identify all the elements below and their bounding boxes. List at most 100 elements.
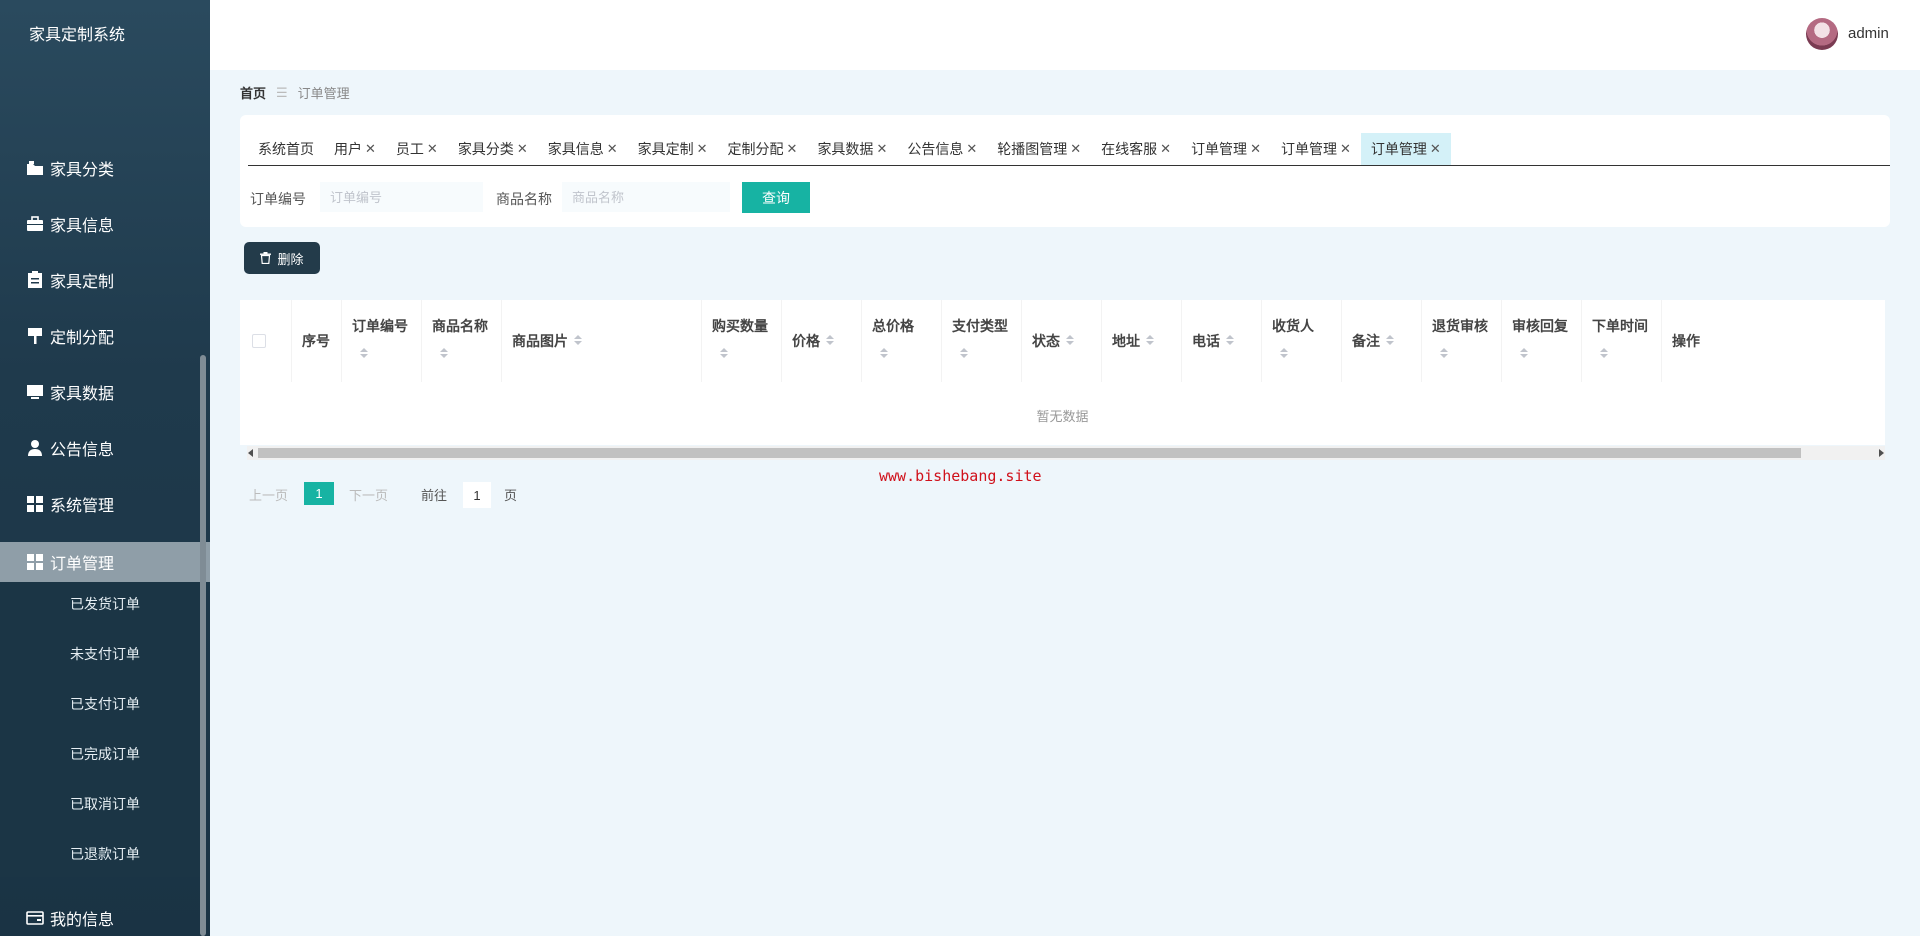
sidebar-item-announcement[interactable]: 公告信息 xyxy=(0,428,210,468)
sort-icon[interactable] xyxy=(880,348,888,360)
tab-label: 定制分配 xyxy=(727,141,784,157)
sort-icon[interactable] xyxy=(360,348,368,360)
table-header-order-no[interactable]: 订单编号 xyxy=(342,300,422,382)
delete-button[interactable]: 删除 xyxy=(244,242,320,274)
sort-icon[interactable] xyxy=(1146,335,1154,347)
sidebar-item-orders[interactable]: 订单管理 xyxy=(0,542,210,582)
close-icon[interactable]: ✕ xyxy=(1250,141,1261,157)
table-header-product-name[interactable]: 商品名称 xyxy=(422,300,502,382)
table-header-product-image[interactable]: 商品图片 xyxy=(502,300,702,382)
tab-online-service[interactable]: 在线客服 ✕ xyxy=(1091,133,1181,165)
table-header-return-review[interactable]: 退货审核 xyxy=(1422,300,1502,382)
monitor-icon xyxy=(25,382,45,402)
close-icon[interactable]: ✕ xyxy=(876,141,887,157)
submenu-unpaid-orders[interactable]: 未支付订单 xyxy=(70,644,140,664)
scroll-left-icon[interactable] xyxy=(248,449,253,457)
sort-icon[interactable] xyxy=(1440,348,1448,360)
goto-page-input[interactable]: 1 xyxy=(463,482,491,508)
avatar[interactable] xyxy=(1806,18,1838,50)
sort-icon[interactable] xyxy=(1280,348,1288,360)
submenu-refunded-orders[interactable]: 已退款订单 xyxy=(70,844,140,864)
scrollbar-thumb[interactable] xyxy=(258,448,1801,458)
table-header-quantity[interactable]: 购买数量 xyxy=(702,300,782,382)
tab-furniture-info[interactable]: 家具信息 ✕ xyxy=(538,133,628,165)
submenu-completed-orders[interactable]: 已完成订单 xyxy=(70,744,140,764)
close-icon[interactable]: ✕ xyxy=(787,141,798,157)
trash-icon xyxy=(260,252,272,264)
close-icon[interactable]: ✕ xyxy=(1160,141,1171,157)
close-icon[interactable]: ✕ xyxy=(607,141,618,157)
sort-icon[interactable] xyxy=(574,335,582,347)
next-page-button[interactable]: 下一页 xyxy=(349,482,388,506)
tab-label: 家具定制 xyxy=(637,141,694,157)
close-icon[interactable]: ✕ xyxy=(365,141,376,157)
close-icon[interactable]: ✕ xyxy=(1070,141,1081,157)
table-header-index: 序号 xyxy=(292,300,342,382)
sidebar-item-my-info[interactable]: 我的信息 xyxy=(0,898,210,936)
username[interactable]: admin xyxy=(1848,25,1889,42)
tab-carousel[interactable]: 轮播图管理 ✕ xyxy=(987,133,1091,165)
sort-icon[interactable] xyxy=(1520,348,1528,360)
close-icon[interactable]: ✕ xyxy=(517,141,528,157)
tab-label: 家具数据 xyxy=(817,141,874,157)
sort-icon[interactable] xyxy=(1066,335,1074,347)
table-header-phone[interactable]: 电话 xyxy=(1182,300,1262,382)
sidebar-item-furniture-custom[interactable]: 家具定制 xyxy=(0,260,210,300)
tab-home[interactable]: 系统首页 xyxy=(248,133,324,165)
sidebar-item-furniture-category[interactable]: 家具分类 xyxy=(0,148,210,188)
table-header-status[interactable]: 状态 xyxy=(1022,300,1102,382)
table-header-review-reply[interactable]: 审核回复 xyxy=(1502,300,1582,382)
tab-furniture-custom[interactable]: 家具定制 ✕ xyxy=(628,133,718,165)
close-icon[interactable]: ✕ xyxy=(1340,141,1351,157)
select-all-checkbox[interactable] xyxy=(252,334,266,348)
column-label: 价格 xyxy=(792,333,820,349)
submenu-cancelled-orders[interactable]: 已取消订单 xyxy=(70,794,140,814)
sort-icon[interactable] xyxy=(1600,348,1608,360)
user-icon xyxy=(25,438,45,458)
order-no-input[interactable] xyxy=(320,182,483,212)
tab-furniture-category[interactable]: 家具分类 ✕ xyxy=(448,133,538,165)
sidebar-scrollbar[interactable] xyxy=(200,355,206,936)
tab-staff[interactable]: 员工 ✕ xyxy=(386,133,448,165)
table-header-address[interactable]: 地址 xyxy=(1102,300,1182,382)
tab-announcement[interactable]: 公告信息 ✕ xyxy=(897,133,987,165)
close-icon[interactable]: ✕ xyxy=(427,141,438,157)
table-header-order-time[interactable]: 下单时间 xyxy=(1582,300,1662,382)
order-no-label: 订单编号 xyxy=(250,191,306,207)
submenu-paid-orders[interactable]: 已支付订单 xyxy=(70,694,140,714)
table-header-remark[interactable]: 备注 xyxy=(1342,300,1422,382)
sidebar-item-system[interactable]: 系统管理 xyxy=(0,484,210,524)
tab-orders-active[interactable]: 订单管理 ✕ xyxy=(1360,133,1451,165)
sort-icon[interactable] xyxy=(1386,335,1394,347)
breadcrumb-home[interactable]: 首页 xyxy=(240,83,266,102)
sidebar-item-furniture-data[interactable]: 家具数据 xyxy=(0,372,210,412)
prev-page-button[interactable]: 上一页 xyxy=(249,482,288,506)
tab-custom-assign[interactable]: 定制分配 ✕ xyxy=(718,133,808,165)
close-icon[interactable]: ✕ xyxy=(1430,141,1441,157)
sort-icon[interactable] xyxy=(1226,335,1234,347)
table-header-payment-type[interactable]: 支付类型 xyxy=(942,300,1022,382)
product-name-input[interactable] xyxy=(562,182,730,212)
tab-furniture-data[interactable]: 家具数据 ✕ xyxy=(807,133,897,165)
sidebar-item-custom-assign[interactable]: 定制分配 xyxy=(0,316,210,356)
tab-user[interactable]: 用户 ✕ xyxy=(324,133,386,165)
sidebar-item-label: 订单管理 xyxy=(50,556,115,573)
table-horizontal-scrollbar[interactable] xyxy=(247,446,1885,460)
tab-orders[interactable]: 订单管理 ✕ xyxy=(1271,133,1361,165)
close-icon[interactable]: ✕ xyxy=(966,141,977,157)
close-icon[interactable]: ✕ xyxy=(697,141,708,157)
page-number-current[interactable]: 1 xyxy=(304,482,334,505)
sort-icon[interactable] xyxy=(440,348,448,360)
table-header-price[interactable]: 价格 xyxy=(782,300,862,382)
sort-icon[interactable] xyxy=(720,348,728,360)
table-header-total-price[interactable]: 总价格 xyxy=(862,300,942,382)
sidebar-item-furniture-info[interactable]: 家具信息 xyxy=(0,204,210,244)
sort-icon[interactable] xyxy=(826,335,834,347)
sort-icon[interactable] xyxy=(960,348,968,360)
tab-label: 家具分类 xyxy=(457,141,514,157)
query-button[interactable]: 查询 xyxy=(742,182,810,213)
tab-orders[interactable]: 订单管理 ✕ xyxy=(1181,133,1271,165)
table-header-receiver[interactable]: 收货人 xyxy=(1262,300,1342,382)
scroll-right-icon[interactable] xyxy=(1879,449,1884,457)
submenu-shipped-orders[interactable]: 已发货订单 xyxy=(70,594,140,614)
